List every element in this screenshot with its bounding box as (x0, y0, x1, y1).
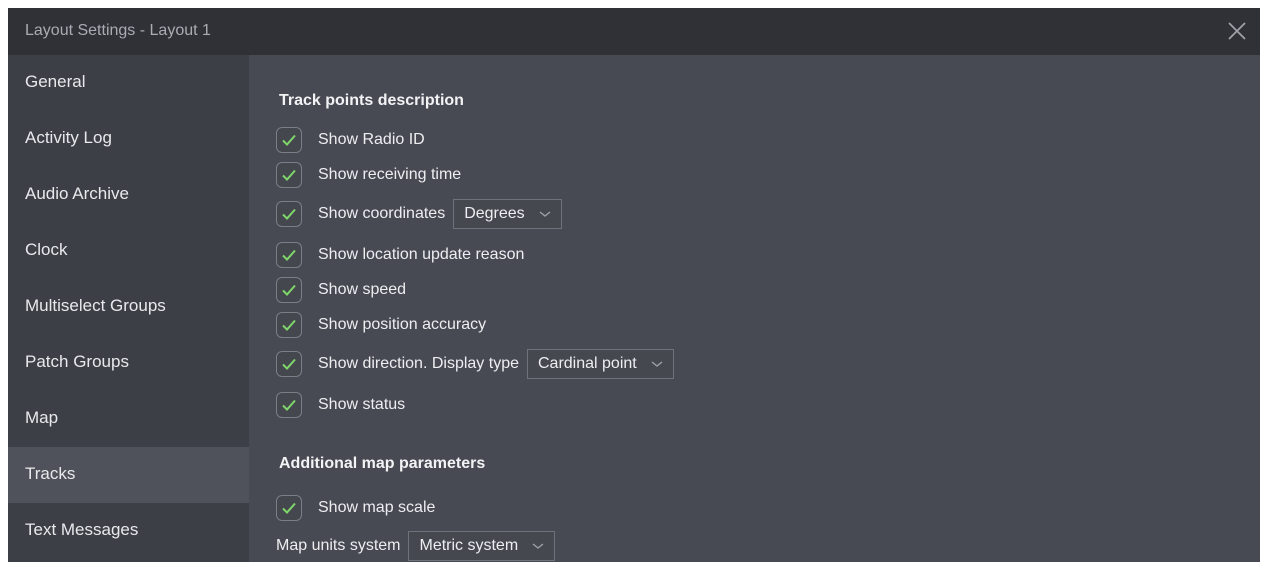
settings-dialog: Layout Settings - Layout 1 General Activ… (8, 8, 1260, 562)
checkbox-show-location-update-reason[interactable] (276, 242, 302, 268)
title-bar: Layout Settings - Layout 1 (8, 8, 1260, 55)
select-value: Cardinal point (537, 355, 637, 372)
option-row-speed: Show speed (276, 276, 406, 304)
chevron-down-icon (651, 361, 663, 367)
check-icon (282, 399, 296, 411)
option-row-receiving-time: Show receiving time (276, 161, 461, 189)
option-row-direction: Show direction. Display type Cardinal po… (276, 349, 674, 379)
sidebar-item-tracks[interactable]: Tracks (8, 447, 249, 503)
sidebar-item-label: Clock (25, 240, 68, 259)
checkbox-show-speed[interactable] (276, 277, 302, 303)
option-label: Show receiving time (318, 166, 462, 183)
option-row-position-accuracy: Show position accuracy (276, 311, 486, 339)
option-row-radio-id: Show Radio ID (276, 126, 425, 154)
option-label: Show Radio ID (318, 131, 425, 148)
check-icon (282, 358, 296, 370)
checkbox-show-map-scale[interactable] (276, 495, 302, 521)
chevron-down-icon (532, 543, 544, 549)
sidebar-item-label: Tracks (25, 464, 76, 483)
section-heading-map-params: Additional map parameters (279, 455, 486, 472)
select-value: Metric system (419, 537, 519, 554)
sidebar-item-text-messages[interactable]: Text Messages (8, 503, 249, 559)
settings-sidebar: General Activity Log Audio Archive Clock… (8, 55, 249, 562)
settings-content: Track points description Show Radio ID S… (249, 55, 1260, 562)
chevron-down-icon (539, 211, 551, 217)
sidebar-item-clock[interactable]: Clock (8, 223, 249, 279)
sidebar-item-general[interactable]: General (8, 55, 249, 111)
close-icon[interactable] (1226, 20, 1248, 42)
option-label: Show status (318, 396, 406, 413)
sidebar-item-label: General (25, 72, 86, 91)
option-label: Show map scale (318, 499, 436, 516)
check-icon (282, 284, 296, 296)
option-label: Show coordinates (318, 205, 446, 222)
checkbox-show-receiving-time[interactable] (276, 162, 302, 188)
option-label: Show direction. Display type (318, 355, 519, 372)
checkbox-show-position-accuracy[interactable] (276, 312, 302, 338)
checkbox-show-direction[interactable] (276, 351, 302, 377)
option-row-status: Show status (276, 391, 405, 419)
sidebar-item-map[interactable]: Map (8, 391, 249, 447)
map-units-label: Map units system (276, 537, 401, 554)
sidebar-item-label: Audio Archive (25, 184, 129, 203)
sidebar-item-patch-groups[interactable]: Patch Groups (8, 335, 249, 391)
sidebar-item-label: Activity Log (25, 128, 112, 147)
section-heading-track-points: Track points description (279, 92, 464, 109)
option-label: Show position accuracy (318, 316, 487, 333)
check-icon (282, 208, 296, 220)
check-icon (282, 134, 296, 146)
sidebar-item-audio-archive[interactable]: Audio Archive (8, 167, 249, 223)
option-row-map-scale: Show map scale (276, 494, 435, 522)
option-row-coordinates: Show coordinates Degrees (276, 199, 562, 229)
window-title: Layout Settings - Layout 1 (25, 22, 211, 39)
check-icon (282, 502, 296, 514)
sidebar-item-multiselect-groups[interactable]: Multiselect Groups (8, 279, 249, 335)
check-icon (282, 249, 296, 261)
sidebar-item-label: Map (25, 408, 59, 427)
option-row-map-units: Map units system Metric system (276, 531, 556, 561)
coordinates-format-select[interactable]: Degrees (453, 199, 562, 229)
direction-display-type-select[interactable]: Cardinal point (526, 349, 674, 379)
select-value: Degrees (464, 205, 525, 222)
option-row-update-reason: Show location update reason (276, 241, 524, 269)
sidebar-item-activity-log[interactable]: Activity Log (8, 111, 249, 167)
check-icon (282, 319, 296, 331)
option-label: Show location update reason (318, 246, 525, 263)
sidebar-item-label: Patch Groups (25, 352, 129, 371)
checkbox-show-radio-id[interactable] (276, 127, 302, 153)
checkbox-show-status[interactable] (276, 392, 302, 418)
check-icon (282, 169, 296, 181)
option-label: Show speed (318, 281, 407, 298)
sidebar-item-label: Multiselect Groups (25, 296, 166, 315)
sidebar-item-label: Text Messages (25, 520, 139, 539)
checkbox-show-coordinates[interactable] (276, 201, 302, 227)
map-units-select[interactable]: Metric system (408, 531, 556, 561)
